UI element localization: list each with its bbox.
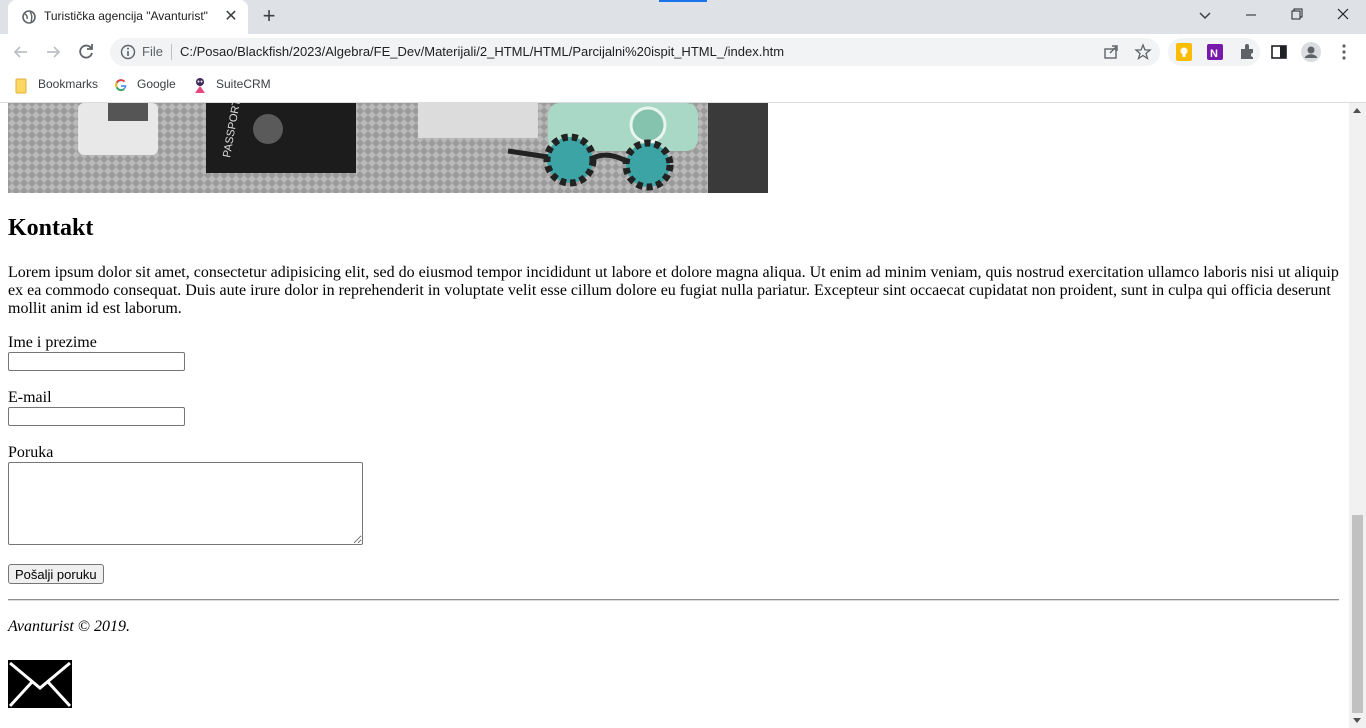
scrollbar-thumb[interactable]	[1352, 515, 1363, 713]
tab-indicator	[659, 0, 707, 2]
bookmark-bookmarks[interactable]: Bookmarks	[38, 77, 98, 91]
hero-image: PASSPORT	[8, 103, 768, 193]
folder-icon	[15, 78, 27, 94]
envelope-icon[interactable]	[8, 660, 72, 708]
contact-paragraph: Lorem ipsum dolor sit amet, consectetur …	[8, 264, 1339, 317]
address-bar[interactable]: File C:/Posao/Blackfish/2023/Algebra/FE_…	[110, 38, 1160, 66]
close-icon[interactable]: ✕	[220, 6, 242, 28]
scheme-label: File	[142, 44, 163, 59]
back-icon[interactable]	[7, 38, 35, 66]
omnibox-divider	[171, 44, 172, 60]
menu-icon[interactable]	[1333, 41, 1355, 63]
name-input[interactable]	[8, 352, 185, 371]
side-panel-icon[interactable]	[1268, 41, 1290, 63]
star-icon[interactable]	[1134, 43, 1152, 61]
scroll-down-arrow[interactable]	[1353, 718, 1361, 723]
profile-icon[interactable]	[1300, 41, 1322, 63]
send-message-button[interactable]: Pošalji poruku	[8, 564, 104, 584]
message-textarea[interactable]	[8, 462, 363, 545]
message-label: Poruka	[8, 444, 54, 461]
forward-icon[interactable]	[39, 38, 67, 66]
google-icon	[115, 79, 127, 92]
onenote-icon[interactable]: N	[1204, 41, 1226, 63]
globe-icon	[22, 10, 36, 24]
svg-text:N: N	[1210, 48, 1218, 60]
tab-strip: Turistička agencija "Avanturist" ✕ +	[0, 0, 1366, 34]
footer-copyright: Avanturist © 2019.	[8, 618, 130, 635]
puzzle-icon[interactable]	[1236, 41, 1258, 63]
bookmarks-bar: Bookmarks Google SuiteCRM	[0, 70, 1366, 103]
browser-toolbar: File C:/Posao/Blackfish/2023/Algebra/FE_…	[0, 34, 1366, 70]
email-label: E-mail	[8, 389, 52, 406]
scroll-up-arrow[interactable]	[1353, 108, 1361, 113]
plus-icon[interactable]: +	[256, 5, 282, 29]
info-icon[interactable]	[120, 44, 136, 60]
bookmark-suitecrm[interactable]: SuiteCRM	[216, 77, 271, 91]
browser-tab[interactable]: Turistička agencija "Avanturist" ✕	[8, 0, 248, 34]
share-icon[interactable]	[1102, 43, 1120, 61]
reload-icon[interactable]	[72, 38, 100, 66]
contact-heading: Kontakt	[8, 215, 94, 241]
url-text[interactable]: C:/Posao/Blackfish/2023/Algebra/FE_Dev/M…	[180, 44, 784, 59]
name-label: Ime i prezime	[8, 334, 97, 351]
chevron-down-icon[interactable]	[1192, 6, 1218, 26]
close-window-icon[interactable]	[1320, 0, 1366, 30]
page-viewport: PASSPORT Kontakt Lorem ipsum dolor sit a…	[0, 103, 1349, 728]
minimize-icon[interactable]	[1228, 0, 1274, 30]
restore-icon[interactable]	[1274, 0, 1320, 30]
vertical-scrollbar[interactable]	[1349, 103, 1366, 728]
footer-divider	[8, 599, 1339, 601]
tab-title: Turistička agencija "Avanturist"	[44, 9, 208, 23]
keep-icon[interactable]	[1173, 41, 1195, 63]
email-input[interactable]	[8, 407, 185, 426]
bookmark-google[interactable]: Google	[137, 77, 176, 91]
suitecrm-icon	[195, 78, 205, 93]
